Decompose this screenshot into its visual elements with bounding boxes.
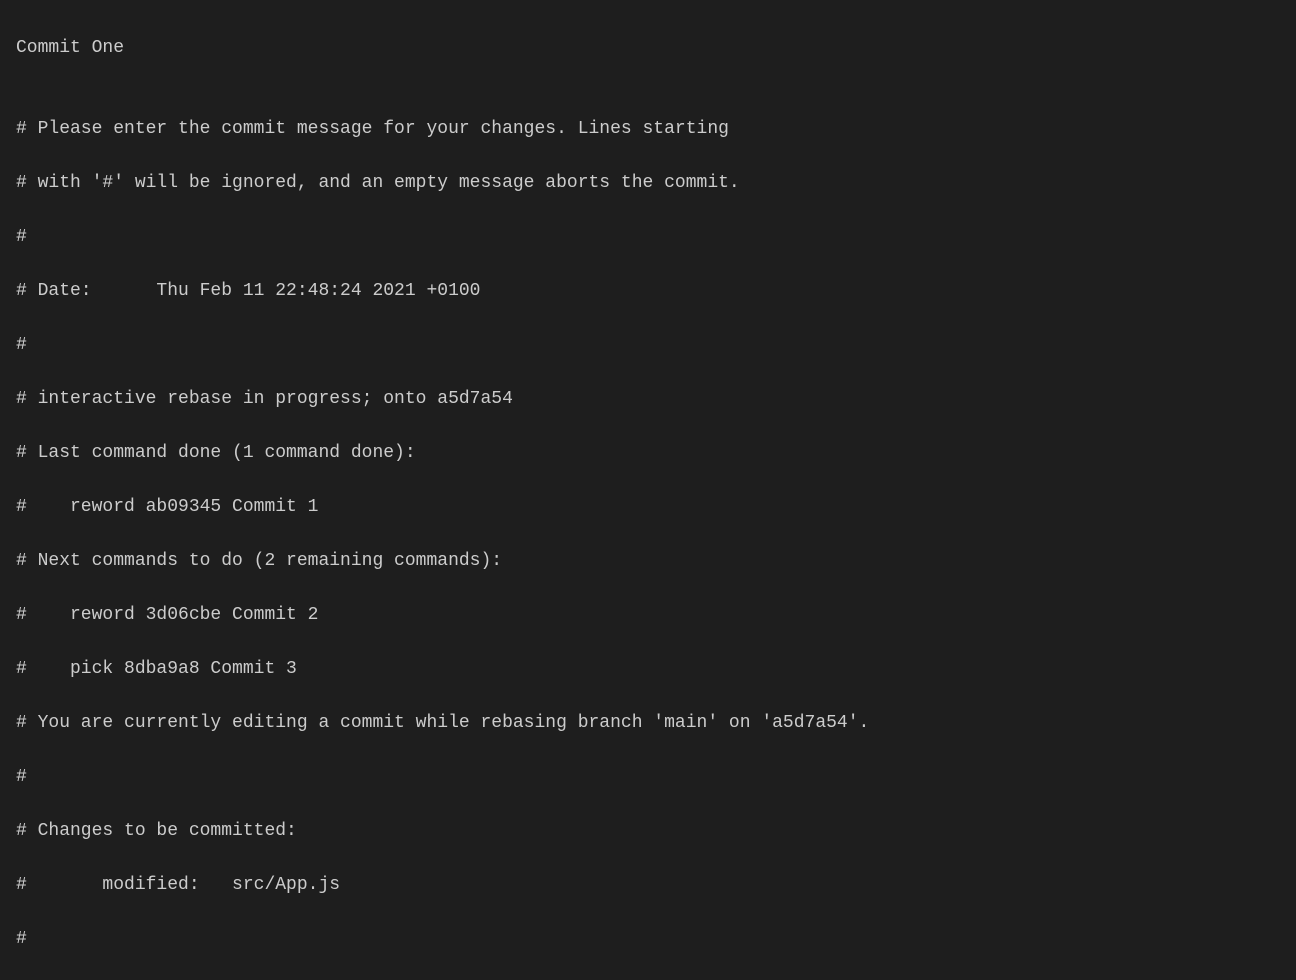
comment-next-command-2: # pick 8dba9a8 Commit 3	[16, 656, 1280, 683]
comment-separator-1: #	[16, 224, 1280, 251]
comment-date: # Date: Thu Feb 11 22:48:24 2021 +0100	[16, 278, 1280, 305]
comment-next-commands-header: # Next commands to do (2 remaining comma…	[16, 548, 1280, 575]
comment-separator-2: #	[16, 332, 1280, 359]
comment-next-command-1: # reword 3d06cbe Commit 2	[16, 602, 1280, 629]
comment-separator-4: #	[16, 926, 1280, 953]
commit-message-line[interactable]: Commit One	[16, 35, 1280, 62]
comment-editing-status: # You are currently editing a commit whi…	[16, 710, 1280, 737]
comment-changes-header: # Changes to be committed:	[16, 818, 1280, 845]
comment-modified-file: # modified: src/App.js	[16, 872, 1280, 899]
comment-separator-3: #	[16, 764, 1280, 791]
comment-instructions-1: # Please enter the commit message for yo…	[16, 116, 1280, 143]
comment-instructions-2: # with '#' will be ignored, and an empty…	[16, 170, 1280, 197]
comment-rebase-status: # interactive rebase in progress; onto a…	[16, 386, 1280, 413]
comment-last-command: # reword ab09345 Commit 1	[16, 494, 1280, 521]
commit-editor[interactable]: Commit One # Please enter the commit mes…	[16, 8, 1280, 980]
comment-last-command-header: # Last command done (1 command done):	[16, 440, 1280, 467]
